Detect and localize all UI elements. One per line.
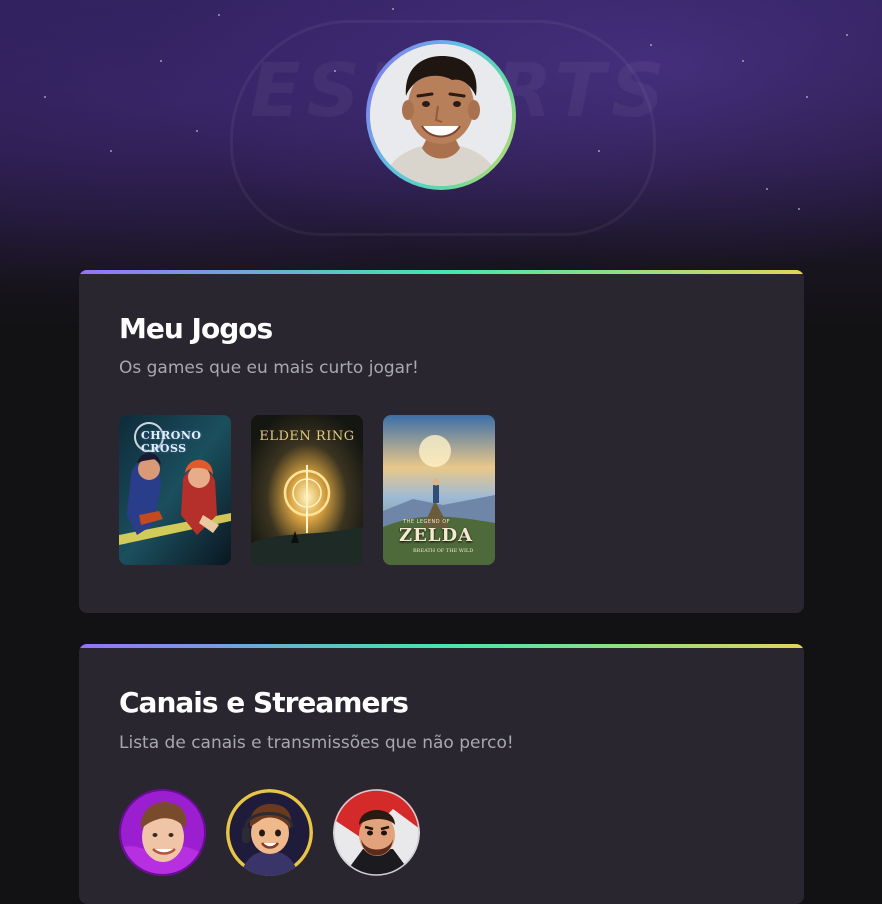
- game-zelda-botw[interactable]: THE LEGEND OF ZELDA BREATH OF THE WILD: [383, 415, 495, 565]
- streamer-1[interactable]: [119, 789, 206, 876]
- streamers-section-title: Canais e Streamers: [119, 686, 409, 719]
- streamer-2[interactable]: [226, 789, 313, 876]
- game-zelda-subtitle: BREATH OF THE WILD: [413, 548, 474, 554]
- streamer-avatar-1-icon: [119, 789, 206, 876]
- streamers-list: [119, 789, 420, 876]
- game-zelda-title: ZELDA: [399, 525, 474, 546]
- streamers-section-subtitle: Lista de canais e transmissões que não p…: [119, 733, 514, 753]
- game-chrono-cross-title: CHRONO CROSS: [141, 429, 202, 455]
- games-section-subtitle: Os games que eu mais curto jogar!: [119, 358, 419, 378]
- profile-avatar-ring: [366, 40, 516, 190]
- game-chrono-cross[interactable]: CHRONO CROSS: [119, 415, 231, 565]
- streamers-card: Canais e Streamers Lista de canais e tra…: [79, 644, 804, 904]
- games-list: CHRONO CROSS ELDEN RING THE LEGEND OF ZE…: [119, 415, 495, 565]
- streamer-avatar-3-icon: [333, 789, 420, 876]
- profile-photo-icon: [370, 44, 512, 186]
- game-elden-ring[interactable]: ELDEN RING: [251, 415, 363, 565]
- streamer-3[interactable]: [333, 789, 420, 876]
- streamer-avatar-2-icon: [226, 789, 313, 876]
- games-section-title: Meu Jogos: [119, 312, 273, 345]
- profile-avatar: [370, 44, 512, 186]
- games-card: Meu Jogos Os games que eu mais curto jog…: [79, 270, 804, 613]
- game-elden-ring-title: ELDEN RING: [259, 429, 355, 444]
